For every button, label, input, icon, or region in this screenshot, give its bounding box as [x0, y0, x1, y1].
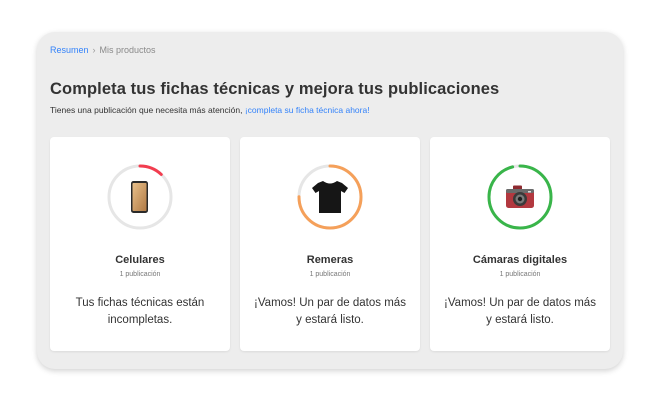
category-name: Cámaras digitales	[472, 254, 568, 266]
category-card-celulares[interactable]: Celulares 1 publicación Tus fichas técni…	[50, 137, 230, 351]
breadcrumb: Resumen › Mis productos	[50, 45, 156, 55]
smartphone-icon	[131, 181, 148, 213]
status-message: ¡Vamos! Un par de datos más y estará lis…	[444, 297, 596, 326]
publication-count: 1 publicación	[309, 271, 351, 278]
breadcrumb-current: Mis productos	[99, 45, 156, 55]
status-message: Tus fichas técnicas están incompletas.	[75, 297, 205, 326]
progress-ring	[106, 163, 174, 231]
publication-count: 1 publicación	[499, 271, 541, 278]
camera-icon	[506, 185, 534, 208]
category-card-camaras-digitales[interactable]: Cámaras digitales 1 publicación ¡Vamos! …	[430, 137, 610, 351]
complete-sheet-link[interactable]: ¡completa su ficha técnica ahora!	[245, 105, 370, 115]
subtitle-text: Tienes una publicación que necesita más …	[50, 105, 245, 115]
progress-ring	[486, 163, 554, 231]
page-subtitle: Tienes una publicación que necesita más …	[50, 105, 370, 115]
breadcrumb-home-link[interactable]: Resumen	[50, 45, 89, 55]
products-panel: Resumen › Mis productos Completa tus fic…	[37, 32, 623, 369]
page-title: Completa tus fichas técnicas y mejora tu…	[50, 80, 500, 98]
breadcrumb-separator: ›	[92, 45, 96, 55]
progress-ring	[296, 163, 364, 231]
category-card-remeras[interactable]: Remeras 1 publicación ¡Vamos! Un par de …	[240, 137, 420, 351]
tshirt-icon	[312, 181, 348, 213]
publication-count: 1 publicación	[119, 271, 161, 278]
category-name: Remeras	[306, 254, 354, 266]
category-name: Celulares	[115, 254, 165, 266]
status-message: ¡Vamos! Un par de datos más y estará lis…	[254, 297, 406, 326]
